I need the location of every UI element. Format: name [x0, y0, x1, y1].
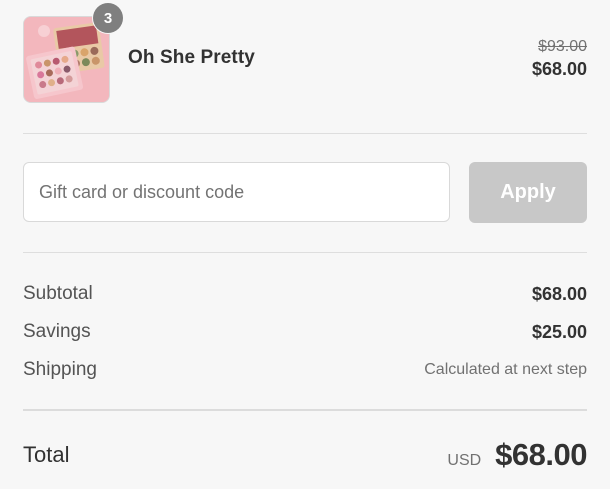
quantity-badge: 3: [93, 3, 123, 33]
cart-line-item: 3 Oh She Pretty $93.00 $68.00: [23, 3, 587, 103]
savings-value: $25.00: [531, 321, 587, 342]
subtotal-value: $68.00: [531, 283, 587, 304]
total-line: Total USD $68.00: [23, 432, 587, 478]
sale-price: $68.00: [531, 59, 587, 79]
total-label: Total: [23, 442, 70, 467]
original-price: $93.00: [538, 38, 587, 55]
currency-code: USD: [447, 452, 482, 469]
shipping-value: Calculated at next step: [424, 361, 587, 378]
apply-button[interactable]: Apply: [469, 162, 587, 223]
discount-code-input[interactable]: [23, 162, 450, 222]
divider: [23, 133, 587, 134]
savings-line: Savings $25.00: [23, 320, 587, 344]
total-amount: $68.00: [495, 437, 587, 472]
total-price-block: USD $68.00: [447, 437, 587, 473]
subtotal-label: Subtotal: [23, 283, 93, 304]
subtotal-line: Subtotal $68.00: [23, 282, 587, 306]
product-price-block: $93.00 $68.00: [532, 36, 587, 82]
shipping-label: Shipping: [23, 359, 97, 380]
divider: [23, 252, 587, 253]
shipping-line: Shipping Calculated at next step: [23, 358, 587, 382]
product-name: Oh She Pretty: [128, 47, 255, 68]
divider: [23, 409, 587, 411]
savings-label: Savings: [23, 321, 91, 342]
